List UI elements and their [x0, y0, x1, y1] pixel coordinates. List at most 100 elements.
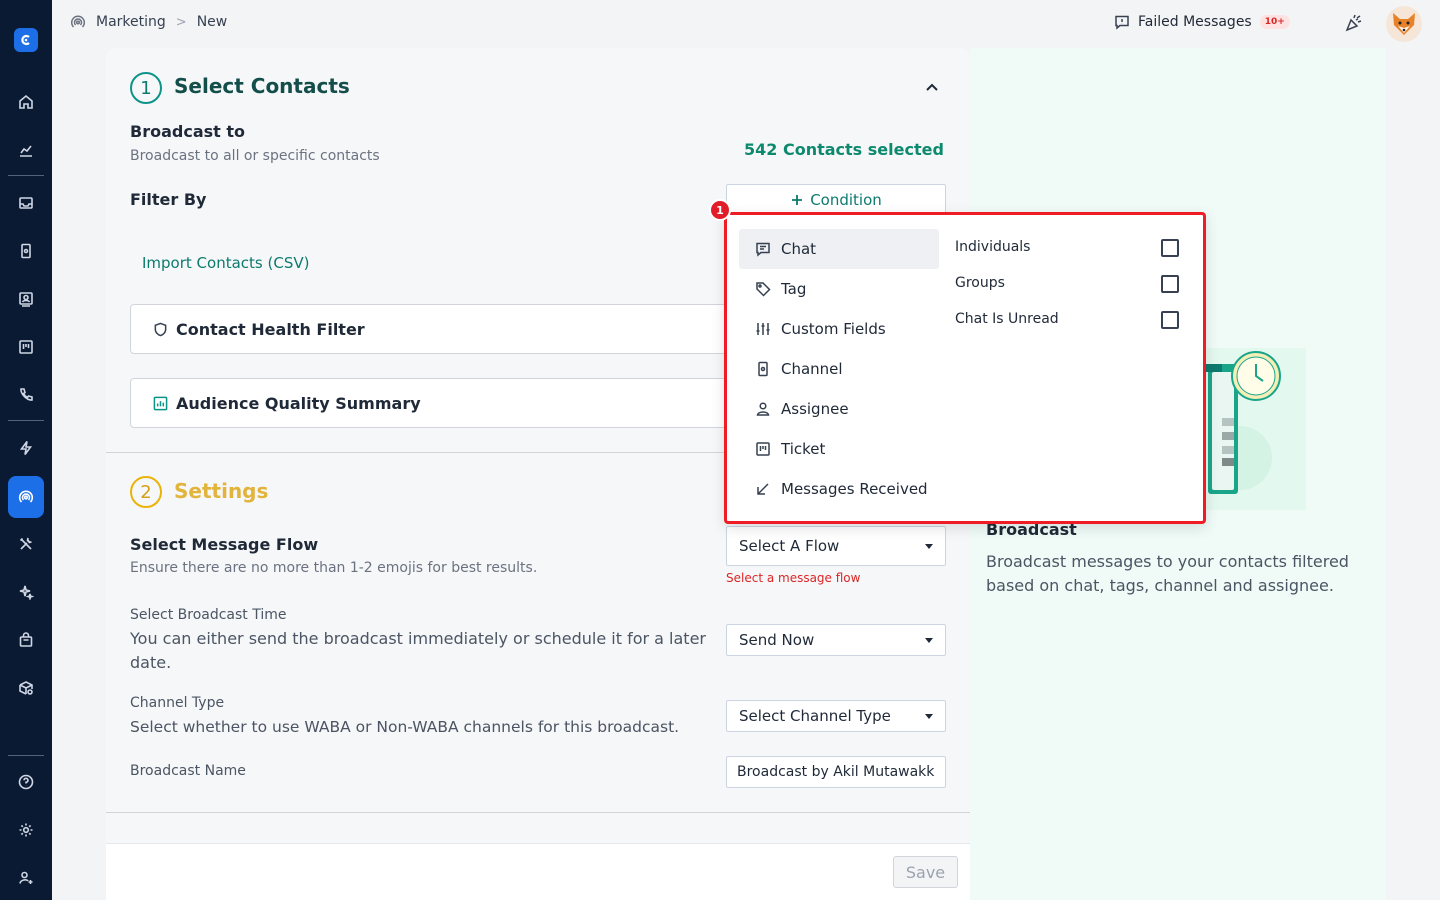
step-1-indicator: 1 — [130, 72, 162, 104]
broadcast-name-title: Broadcast Name — [130, 763, 246, 779]
broadcast-time-description: You can either send the broadcast immedi… — [130, 629, 706, 672]
message-flow-error: Select a message flow — [726, 571, 861, 585]
import-contacts-link[interactable]: Import Contacts (CSV) — [142, 254, 309, 272]
sidebar-commerce[interactable] — [8, 622, 44, 658]
top-bar: Marketing > New Failed Messages 10+ — [52, 0, 1440, 48]
condition-category-custom-fields[interactable]: Custom Fields — [739, 309, 939, 349]
home-icon — [19, 94, 33, 109]
channel-type-select-value: Select Channel Type — [739, 707, 891, 725]
broadcast-icon — [71, 15, 85, 28]
shield-icon — [154, 322, 167, 336]
sidebar-tools[interactable] — [8, 526, 44, 562]
contact-health-filter-label: Contact Health Filter — [176, 319, 365, 339]
broadcast-name-input[interactable] — [726, 756, 946, 788]
step-1-title: Select Contacts — [174, 74, 350, 98]
failed-messages-badge: 10+ — [1259, 15, 1290, 29]
condition-category-label: Custom Fields — [781, 320, 886, 338]
sidebar-contacts[interactable] — [8, 281, 44, 317]
condition-category-label: Channel — [781, 360, 843, 378]
condition-category-label: Tag — [781, 280, 807, 298]
user-icon — [756, 402, 770, 416]
broadcast-time-title: Select Broadcast Time — [130, 607, 287, 623]
condition-category-channel[interactable]: Channel — [739, 349, 939, 389]
option-groups-checkbox[interactable] — [1161, 275, 1179, 293]
step-2-indicator: 2 — [130, 476, 162, 508]
audience-quality-summary[interactable]: Audience Quality Summary — [130, 378, 730, 428]
sidebar-ai[interactable] — [8, 574, 44, 610]
sidebar-automation[interactable] — [8, 430, 44, 466]
broadcast-to-title: Broadcast to — [130, 122, 245, 141]
tag-icon — [756, 282, 771, 297]
message-flow-select[interactable]: Select A Flow — [726, 526, 946, 566]
sidebar-channels[interactable] — [8, 233, 44, 269]
breadcrumb-new: New — [196, 14, 228, 30]
package-settings-icon — [19, 681, 33, 695]
sidebar-settings[interactable] — [8, 812, 44, 848]
sidebar-help[interactable] — [8, 764, 44, 800]
option-chat-is-unread-checkbox[interactable] — [1161, 311, 1179, 329]
fox-avatar-icon — [1393, 13, 1415, 35]
gear-icon — [19, 823, 33, 837]
ticket-icon — [756, 442, 770, 456]
option-individuals-label: Individuals — [955, 239, 1031, 255]
condition-category-label: Messages Received — [781, 480, 928, 498]
condition-category-ticket[interactable]: Ticket — [739, 429, 939, 469]
condition-category-assignee[interactable]: Assignee — [739, 389, 939, 429]
analytics-icon — [20, 145, 32, 157]
sparkle-icon — [19, 585, 34, 600]
filter-by-title: Filter By — [130, 190, 207, 209]
collapse-section-button[interactable] — [924, 80, 940, 100]
contacts-selected-count: 542 Contacts selected — [744, 140, 944, 159]
alert-message-icon — [1115, 15, 1129, 30]
phone-icon — [20, 388, 33, 401]
inbox-icon — [19, 197, 33, 209]
lightning-icon — [19, 441, 33, 455]
channel-type-select[interactable]: Select Channel Type — [726, 700, 946, 732]
breadcrumb-marketing[interactable]: Marketing — [96, 14, 166, 30]
avatar[interactable] — [1386, 6, 1422, 42]
tools-icon — [19, 537, 32, 550]
shopping-bag-icon — [19, 632, 33, 647]
plus-icon — [792, 195, 803, 205]
device-icon — [21, 243, 31, 259]
sidebar-divider — [8, 175, 44, 176]
breadcrumb: Marketing > New — [70, 14, 227, 30]
sidebar-board[interactable] — [8, 329, 44, 365]
condition-category-chat[interactable]: Chat — [739, 229, 939, 269]
sidebar-calls[interactable] — [8, 377, 44, 413]
info-panel-description: Broadcast messages to your contacts filt… — [986, 552, 1349, 595]
option-individuals-checkbox[interactable] — [1161, 239, 1179, 257]
sidebar-packages[interactable] — [8, 670, 44, 706]
broadcast-time-select[interactable]: Send Now — [726, 624, 946, 656]
save-button[interactable]: Save — [893, 856, 958, 888]
caret-down-icon — [925, 543, 933, 549]
condition-category-tag[interactable]: Tag — [739, 269, 939, 309]
caret-down-icon — [925, 637, 933, 643]
option-groups-label: Groups — [955, 275, 1005, 291]
sidebar-divider — [8, 420, 44, 421]
logo-icon — [21, 34, 30, 46]
section-divider — [106, 812, 970, 813]
step-2-title: Settings — [174, 479, 269, 503]
contact-health-filter[interactable]: Contact Health Filter — [130, 304, 730, 354]
board-icon — [19, 340, 33, 354]
condition-category-messages-received[interactable]: Messages Received — [739, 469, 939, 509]
chart-box-icon — [153, 396, 168, 410]
annotation-marker: 1 — [709, 199, 731, 221]
broadcast-icon — [18, 490, 34, 503]
sidebar-analytics[interactable] — [8, 132, 44, 168]
broadcast-time-select-value: Send Now — [739, 631, 815, 649]
failed-messages-button[interactable]: Failed Messages 10+ — [1114, 14, 1290, 30]
message-flow-description: Ensure there are no more than 1-2 emojis… — [130, 560, 538, 576]
app-logo[interactable] — [14, 28, 38, 52]
sidebar-user-settings[interactable] — [8, 860, 44, 896]
help-icon — [18, 774, 34, 790]
sidebar-inbox[interactable] — [8, 185, 44, 221]
whats-new-button[interactable] — [1344, 13, 1364, 37]
condition-category-label: Ticket — [781, 440, 826, 458]
sidebar-broadcast[interactable] — [8, 476, 44, 518]
sidebar-divider — [8, 755, 44, 756]
sidebar-home[interactable] — [8, 84, 44, 120]
contacts-icon — [19, 292, 33, 307]
condition-category-label: Assignee — [781, 400, 849, 418]
